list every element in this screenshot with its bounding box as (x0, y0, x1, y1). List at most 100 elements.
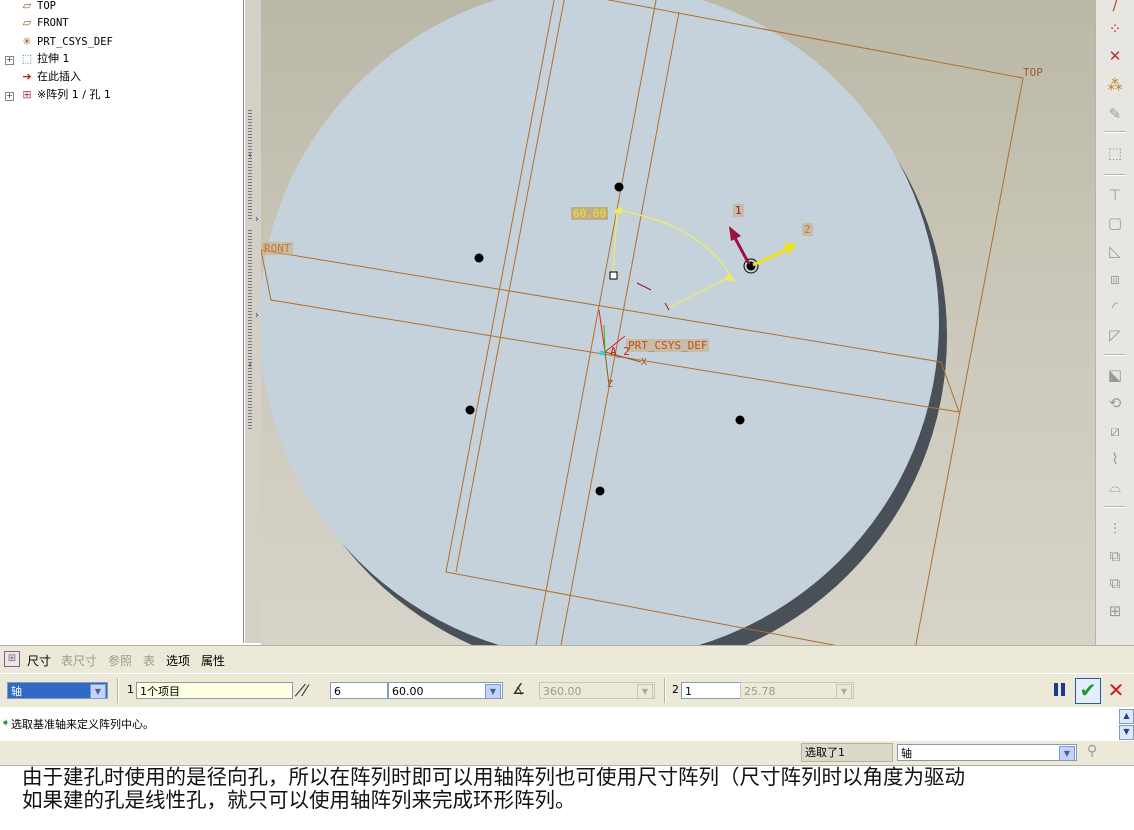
hole-point[interactable] (735, 415, 745, 425)
hole-tool-icon[interactable]: ⊤ (1102, 184, 1128, 206)
rib-tool-icon[interactable]: ◺ (1102, 240, 1128, 262)
accept-check-icon[interactable]: ✔ (1075, 678, 1101, 704)
tree-item-top[interactable]: ▱ TOP (20, 0, 56, 14)
datum-label-front[interactable]: RONT (262, 242, 293, 255)
scroll-up-icon[interactable]: ▲ (1119, 709, 1134, 724)
pattern-icon: ⊞ (4, 651, 20, 667)
hole-point[interactable] (474, 253, 484, 263)
datum-csys-icon[interactable]: ⁂ (1102, 74, 1128, 96)
toolbar-separator (1104, 174, 1126, 176)
axis-point[interactable] (599, 350, 605, 356)
tree-item-front[interactable]: ▱ FRONT (20, 15, 69, 31)
csys-x-label: X (641, 357, 648, 368)
message-area: ➧ 选取基准轴来定义阵列中心。 ▲ ▼ (0, 707, 1134, 742)
direction-1-label: 1 (733, 204, 744, 217)
expand-arrow-icon[interactable]: › (255, 214, 259, 225)
tab-properties[interactable]: 属性 (201, 652, 225, 669)
scroll-down-icon[interactable]: ▼ (1119, 725, 1134, 740)
tree-item-pattern[interactable]: ⊞ ※阵列 1 / 孔 1 (20, 87, 111, 103)
separator (117, 678, 119, 703)
pattern-type-select[interactable]: 轴 ▼ (7, 682, 108, 699)
tree-item-csys[interactable]: ✳ PRT_CSYS_DEF (20, 34, 112, 50)
navigator-sash[interactable]: ‹ › › ‹ (244, 0, 262, 643)
drag-handle[interactable] (609, 271, 618, 280)
chevron-down-icon[interactable]: ▼ (90, 684, 106, 699)
extrude-tool-icon[interactable]: ⬚ (1102, 142, 1128, 164)
filter-lock-icon[interactable]: ⚲ (1087, 743, 1097, 759)
round-tool-icon[interactable]: ◜ (1102, 296, 1128, 318)
hole-point[interactable] (465, 405, 475, 415)
hole-point[interactable] (595, 486, 605, 496)
datum-point-offset-icon[interactable]: ✕ (1102, 45, 1128, 67)
axis-label[interactable]: A_2 (610, 345, 630, 358)
chevron-down-icon[interactable]: ▼ (836, 684, 852, 699)
extrude-icon: ⬚ (21, 52, 33, 65)
angle-extent-icon[interactable]: ∡ (512, 680, 525, 698)
toolbar-separator (1104, 506, 1126, 508)
blend-tool-icon[interactable]: ⌇ (1102, 448, 1128, 470)
datum-label-top[interactable]: TOP (1023, 66, 1043, 79)
pattern-icon: ⊞ (22, 88, 32, 101)
part-top-face[interactable] (261, 0, 939, 645)
boundary-tool-icon[interactable]: ⌓ (1102, 476, 1128, 498)
mirror-tool-icon[interactable]: ⫶ (1102, 518, 1128, 540)
extrude-feature-icon[interactable]: ⬕ (1102, 364, 1128, 386)
pause-button[interactable] (1053, 682, 1067, 698)
angle-dimension-value[interactable]: 60.00 (571, 207, 609, 220)
chamfer-tool-icon[interactable]: ◸ (1102, 324, 1128, 346)
graphics-window[interactable]: TOP RONT 60.00 1 2 PRT_CSYS_DEF A_2 Z X (261, 0, 1095, 645)
revolve-tool-icon[interactable]: ⟲ (1102, 392, 1128, 414)
caption-text: 由于建孔时使用的是径向孔，所以在阵列时即可以用轴阵列也可使用尺寸阵列（尺寸阵列时… (22, 766, 1134, 830)
tree-item-extrude[interactable]: ⬚ 拉伸 1 (20, 51, 70, 67)
csys-label[interactable]: PRT_CSYS_DEF (626, 339, 710, 352)
shell-tool-icon[interactable]: ▢ (1102, 212, 1128, 234)
model-tree: ▱ TOP ▱ FRONT ✳ PRT_CSYS_DEF + ⬚ 拉伸 1 ➔ 在此插入 … (0, 0, 244, 643)
pattern-tool-icon[interactable]: ⊞ (1102, 600, 1128, 622)
chevron-down-icon[interactable]: ▼ (637, 684, 653, 699)
sketch-curve-icon[interactable]: ∕ (1102, 0, 1128, 16)
draft-tool-icon[interactable]: ⧈ (1102, 268, 1128, 290)
hole-point[interactable] (614, 182, 624, 192)
toolbar-separator (1104, 131, 1126, 133)
feature-toolbar: ∕ ⁘ ✕ ⁂ ✎ ⬚ ⊤ ▢ ◺ ⧈ ◜ ◸ ⬕ ⟲ ⧄ ⌇ ⌓ ⫶ ⧉ ⧉ … (1095, 0, 1134, 645)
sweep-tool-icon[interactable]: ⧄ (1102, 420, 1128, 442)
trim-tool-icon[interactable]: ⧉ (1102, 572, 1128, 594)
axis-reference-collector[interactable]: 1个项目 (136, 682, 293, 699)
total-angle-select[interactable]: 360.00 ▼ (539, 682, 655, 699)
member-count-icon: ⁄̸ (304, 681, 307, 700)
toolbar-separator (1104, 354, 1126, 356)
datum-plane-icon: ▱ (22, 0, 32, 12)
tab-table-dimensions[interactable]: 表尺寸 (61, 652, 97, 669)
sash-grip[interactable] (248, 110, 252, 220)
direction-2-label: 2 (802, 223, 813, 236)
tab-dimensions[interactable]: 尺寸 (27, 652, 51, 669)
analysis-icon[interactable]: ✎ (1102, 103, 1128, 125)
status-bar: 选取了1 轴 ▼ ⚲ (0, 741, 1134, 766)
member-count-field[interactable]: 6 (330, 682, 388, 699)
caption-line-2: 如果建的孔是线性孔，就只可以使用轴阵列来完成环形阵列。 (22, 788, 576, 812)
angular-increment-select[interactable]: 60.00 ▼ (388, 682, 503, 699)
cancel-close-icon[interactable]: ✕ (1106, 678, 1126, 702)
expand-arrow-icon[interactable]: › (255, 310, 259, 321)
collapse-arrow-icon[interactable]: ‹ (248, 360, 252, 371)
chevron-down-icon[interactable]: ▼ (485, 684, 501, 699)
datum-plane-icon: ▱ (22, 16, 32, 29)
merge-tool-icon[interactable]: ⧉ (1102, 545, 1128, 567)
coordinate-system-icon: ✳ (22, 35, 32, 48)
tab-references[interactable]: 参照 (108, 652, 132, 669)
radial-increment-select[interactable]: 25.78 ▼ (740, 682, 854, 699)
selection-count: 选取了1 (801, 743, 893, 762)
selection-filter-select[interactable]: 轴 ▼ (897, 744, 1077, 761)
expand-toggle[interactable]: + (5, 92, 14, 101)
tab-options[interactable]: 选项 (166, 652, 190, 669)
datum-point-icon[interactable]: ⁘ (1102, 18, 1128, 40)
tree-item-insert-here[interactable]: ➔ 在此插入 (20, 69, 81, 85)
pause-icon (1061, 683, 1065, 696)
collapse-arrow-icon[interactable]: ‹ (248, 150, 252, 161)
second-count-field[interactable]: 1 (681, 682, 741, 699)
model-viewport[interactable] (261, 0, 1095, 645)
chevron-down-icon[interactable]: ▼ (1059, 746, 1075, 761)
expand-toggle[interactable]: + (5, 56, 14, 65)
sash-grip[interactable] (248, 230, 252, 430)
tab-table[interactable]: 表 (143, 652, 155, 669)
